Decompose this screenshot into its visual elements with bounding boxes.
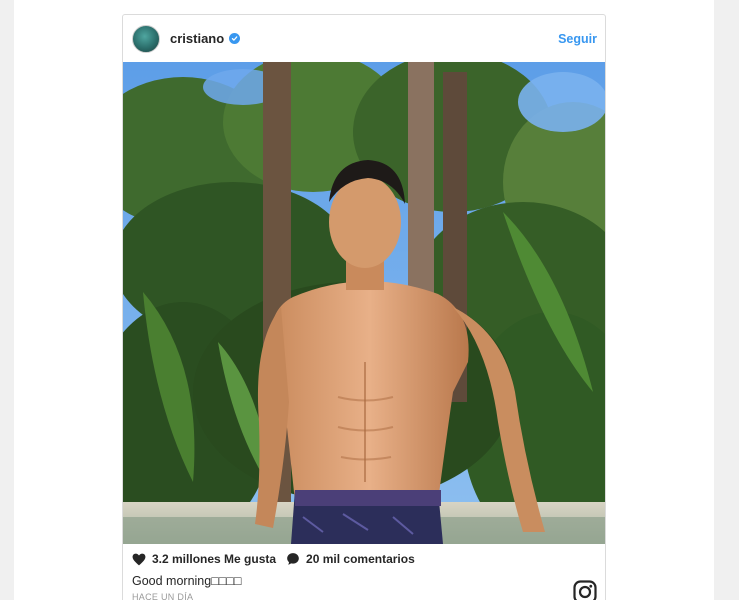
comment-bubble-icon bbox=[287, 553, 299, 565]
avatar[interactable] bbox=[132, 24, 160, 53]
verified-badge-icon bbox=[229, 33, 241, 44]
instagram-icon[interactable] bbox=[573, 580, 597, 600]
post-photo-image bbox=[123, 62, 605, 544]
likes-stat[interactable]: 3.2 millones Me gusta bbox=[132, 552, 276, 566]
heart-icon bbox=[132, 553, 146, 565]
follow-button[interactable]: Seguir bbox=[558, 32, 597, 46]
post-stats: 3.2 millones Me gusta 20 mil comentarios bbox=[132, 552, 415, 566]
username[interactable]: cristiano bbox=[170, 31, 224, 46]
comments-stat[interactable]: 20 mil comentarios bbox=[286, 552, 415, 566]
likes-count: 3.2 millones Me gusta bbox=[152, 552, 277, 566]
post-footer: 3.2 millones Me gusta 20 mil comentarios… bbox=[123, 544, 605, 600]
instagram-embed-card: cristiano Seguir 3.2 millones Me gusta 2… bbox=[122, 14, 606, 600]
comments-count: 20 mil comentarios bbox=[306, 552, 415, 566]
post-photo[interactable] bbox=[123, 62, 605, 544]
post-caption: Good morning□□□□ bbox=[132, 574, 242, 588]
post-header: cristiano Seguir bbox=[123, 15, 605, 62]
post-timestamp: HACE UN DÍA bbox=[132, 592, 194, 600]
